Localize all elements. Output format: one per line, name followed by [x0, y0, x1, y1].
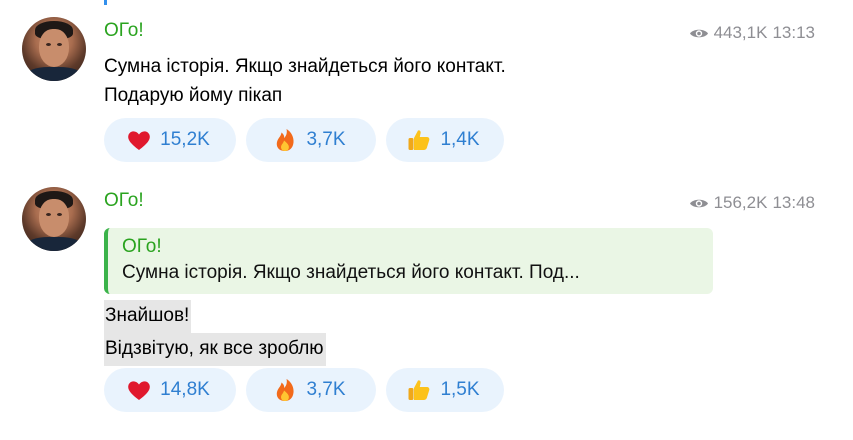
reaction-count: 1,5K — [440, 379, 480, 400]
reaction-count: 14,8K — [160, 379, 210, 400]
post-time: 13:13 — [772, 23, 815, 42]
post-meta: 443,1K 13:13 — [689, 23, 815, 43]
views-eye-icon — [689, 199, 708, 207]
avatar-eye — [46, 43, 51, 46]
reaction-count: 3,7K — [306, 379, 346, 400]
reaction-count: 1,4K — [440, 129, 480, 150]
avatar-shirt — [26, 237, 82, 251]
reactions-bar: 14,8K 3,7K 1,5K — [104, 368, 504, 412]
avatar-shirt — [26, 67, 82, 81]
reaction-heart[interactable]: 15,2K — [104, 118, 236, 162]
avatar[interactable] — [22, 187, 86, 251]
reaction-thumbs-up[interactable]: 1,4K — [386, 118, 504, 162]
thumbs-up-icon — [408, 380, 430, 400]
avatar[interactable] — [22, 17, 86, 81]
reaction-heart[interactable]: 14,8K — [104, 368, 236, 412]
message-line: Відзвітую, як все зроблю — [104, 333, 326, 366]
message-line: Знайшов! — [104, 300, 192, 333]
views-eye-icon — [689, 29, 708, 37]
fire-icon — [277, 129, 295, 151]
post-meta: 156,2K 13:48 — [689, 193, 815, 213]
avatar-face — [39, 199, 69, 237]
thumbs-up-icon — [408, 130, 430, 150]
heart-icon — [128, 131, 150, 150]
previous-message-reply-bar — [104, 0, 107, 5]
avatar-eye — [57, 213, 62, 216]
views-count: 156,2K — [713, 193, 768, 212]
reaction-fire[interactable]: 3,7K — [246, 118, 376, 162]
message-text: Знайшов! Відзвітую, як все зроблю — [104, 300, 326, 366]
sender-name[interactable]: ОГо! — [104, 20, 144, 42]
reaction-count: 3,7K — [306, 129, 346, 150]
fire-icon — [277, 379, 295, 401]
avatar-eye — [57, 43, 62, 46]
reply-sender-name: ОГо! — [122, 236, 162, 257]
message-text: Сумна історія. Якщо знайдеться його конт… — [104, 56, 506, 106]
reply-quote[interactable]: ОГо! Сумна історія. Якщо знайдеться його… — [104, 228, 713, 294]
reply-text: Сумна історія. Якщо знайдеться його конт… — [122, 262, 580, 283]
views-count: 443,1K — [713, 23, 768, 42]
heart-icon — [128, 381, 150, 400]
reaction-thumbs-up[interactable]: 1,5K — [386, 368, 504, 412]
sender-name[interactable]: ОГо! — [104, 190, 144, 212]
reactions-bar: 15,2K 3,7K 1,4K — [104, 118, 504, 162]
avatar-eye — [46, 213, 51, 216]
reaction-fire[interactable]: 3,7K — [246, 368, 376, 412]
reaction-count: 15,2K — [160, 129, 210, 150]
post-time: 13:48 — [772, 193, 815, 212]
avatar-face — [39, 29, 69, 67]
